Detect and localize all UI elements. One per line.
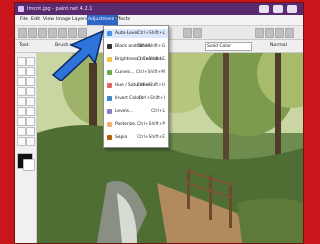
move-selection-icon[interactable] (26, 67, 35, 76)
eraser-icon[interactable] (26, 107, 35, 116)
menu-file[interactable]: File (19, 15, 29, 25)
tools-panel (15, 53, 37, 243)
magic-wand-icon[interactable] (17, 87, 26, 96)
line-icon[interactable] (17, 137, 26, 146)
menu-item-levels[interactable]: Levels... Ctrl+L (104, 107, 168, 116)
new-file-icon[interactable] (18, 28, 27, 38)
invert-icon (107, 96, 112, 101)
menu-image[interactable]: Image (55, 15, 72, 25)
history-window-icon[interactable] (265, 28, 274, 38)
close-button[interactable] (287, 5, 297, 13)
recolor-icon[interactable] (17, 127, 26, 136)
fill-mode-dropdown[interactable]: Solid Color (205, 42, 252, 51)
menu-item-black-and-white[interactable]: Black and White Ctrl+Shift+G (104, 42, 168, 51)
move-icon[interactable] (26, 57, 35, 66)
redo-icon[interactable] (193, 28, 202, 38)
title-bar: Imcnt.jpg - paint.net 4.2.1 (15, 3, 303, 15)
undo-icon[interactable] (183, 28, 192, 38)
menu-item-auto-level[interactable]: Auto-Level Ctrl+Shift+L (104, 29, 168, 38)
zoom-icon[interactable] (26, 77, 35, 86)
menu-item-posterize[interactable]: Posterize... Ctrl+Shift+P (104, 120, 168, 129)
secondary-color-swatch[interactable] (23, 159, 35, 171)
tools-window-icon[interactable] (255, 28, 264, 38)
blend-mode-dropdown[interactable]: Normal (270, 40, 287, 52)
menu-item-curves[interactable]: Curves... Ctrl+Shift+M (104, 68, 168, 77)
pencil-icon[interactable] (17, 117, 26, 126)
posterize-icon (107, 122, 112, 127)
window-title: Imcnt.jpg - paint.net 4.2.1 (27, 6, 93, 12)
menu-item-brightness-contrast[interactable]: Brightness / Contrast... Ctrl+Shift+E (104, 55, 168, 64)
levels-icon (107, 109, 112, 114)
image-canvas[interactable] (37, 53, 303, 243)
settings-icon[interactable] (259, 5, 269, 13)
menu-item-sepia[interactable]: Sepia Ctrl+Shift+E (104, 133, 168, 142)
sepia-icon (107, 135, 112, 140)
adjustments-dropdown-menu: Auto-Level Ctrl+Shift+L Black and White … (103, 25, 169, 148)
layers-window-icon[interactable] (275, 28, 284, 38)
hue-icon (107, 83, 112, 88)
colors-window-icon[interactable] (285, 28, 294, 38)
shapes-icon[interactable] (26, 137, 35, 146)
paintbrush-icon[interactable] (17, 107, 26, 116)
app-icon (18, 6, 24, 12)
menu-item-hue-saturation[interactable]: Hue / Saturation... Ctrl+Shift+U (104, 81, 168, 90)
pointer-arrow-icon (51, 29, 105, 81)
rectangle-select-icon[interactable] (17, 57, 26, 66)
ellipse-select-icon[interactable] (17, 77, 26, 86)
pan-icon[interactable] (26, 87, 35, 96)
app-window: Imcnt.jpg - paint.net 4.2.1 File Edit Vi… (14, 2, 304, 244)
forest-photo (37, 53, 303, 243)
clone-stamp-icon[interactable] (26, 117, 35, 126)
save-icon[interactable] (38, 28, 47, 38)
open-file-icon[interactable] (28, 28, 37, 38)
menu-item-invert-colors[interactable]: Invert Colors Ctrl+Shift+I (104, 94, 168, 103)
lasso-icon[interactable] (17, 67, 26, 76)
gradient-icon[interactable] (26, 97, 35, 106)
menu-view[interactable]: View (42, 15, 55, 25)
minimize-button[interactable] (273, 5, 283, 13)
paint-bucket-icon[interactable] (17, 97, 26, 106)
text-icon[interactable] (26, 127, 35, 136)
menu-edit[interactable]: Edit (30, 15, 41, 25)
menu-layers[interactable]: Layers (71, 15, 89, 25)
tool-label: Tool: (19, 43, 30, 48)
menu-effects[interactable]: Effects (113, 15, 131, 25)
